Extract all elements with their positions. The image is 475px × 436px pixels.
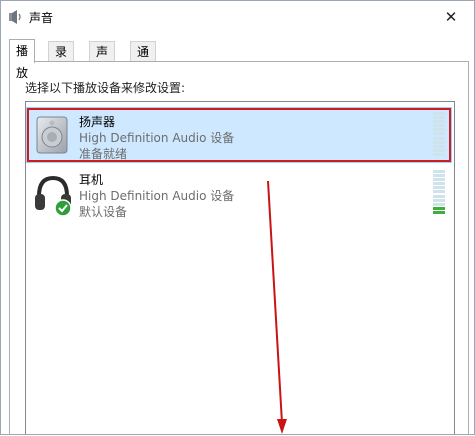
red-arrow-annotation [267, 180, 287, 434]
tab-playback[interactable]: 播放 [9, 39, 36, 80]
sound-dialog: 声音 ✕ 播放 录制 声音 通信 选择以下播放设备来修改设置: [0, 0, 475, 435]
